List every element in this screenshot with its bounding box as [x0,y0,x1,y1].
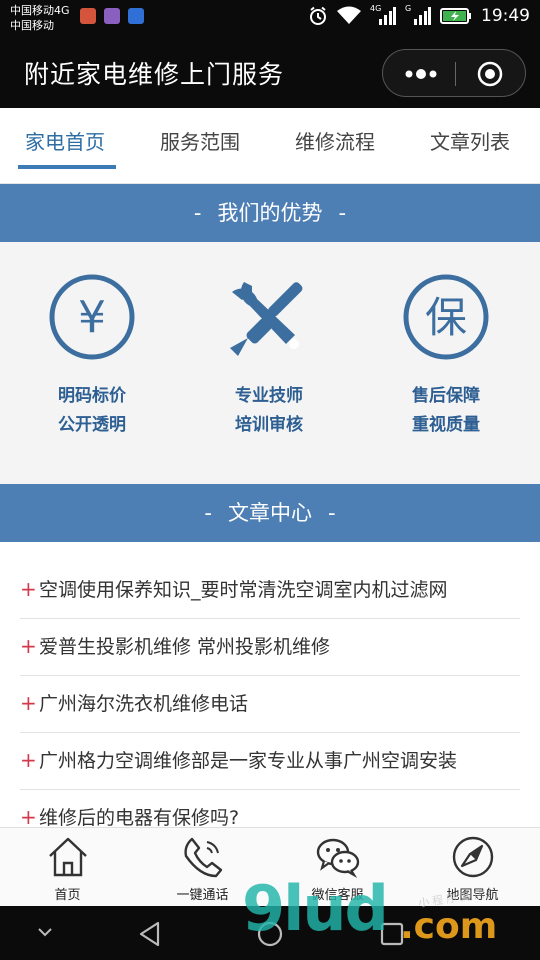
advantage-label-line2: 公开透明 [58,415,126,435]
article-title: 空调使用保养知识_要时常清洗空调室内机过滤网 [39,579,448,601]
hide-keyboard-icon[interactable] [34,920,56,944]
close-program-icon[interactable] [477,61,503,87]
compass-icon [452,836,493,878]
wifi-icon [337,6,361,24]
article-title: 爱普生投影机维修 常州投影机维修 [39,636,331,658]
advantage-label-line1: 专业技师 [235,386,303,406]
status-indicators: 4G G 19:49 [308,4,530,26]
advantage-label-line2: 重视质量 [412,415,480,435]
banner-dash: - [338,201,347,225]
article-item[interactable]: + 维修后的电器有保修吗? [20,790,520,827]
article-title: 广州格力空调维修部是一家专业从事广州空调安装 [39,750,458,772]
advantages-section: ¥ 明码标价 公开透明 专业技师 培训审核 保 售后保障 重视质量 [0,242,540,484]
wechat-icon [316,838,359,879]
articles-banner: - 文章中心 - [0,484,540,542]
article-item[interactable]: + 广州格力空调维修部是一家专业从事广州空调安装 [20,733,520,790]
advantage-label-line1: 明码标价 [58,386,126,406]
nav-call[interactable]: 一键通话 [135,834,270,903]
home-button-icon[interactable] [256,920,284,948]
recent-apps-icon[interactable] [378,920,406,948]
battery-icon [440,8,471,24]
nav-label: 首页 [54,888,81,903]
advantage-label-line2: 培训审核 [235,415,303,435]
article-item[interactable]: + 爱普生投影机维修 常州投影机维修 [20,619,520,676]
nav-label: 微信客服 [311,888,364,903]
advantage-label-line1: 售后保障 [412,386,480,406]
nav-label: 一键通话 [176,888,229,903]
back-icon[interactable] [136,920,164,948]
phone-screen: 中国移动4G 中国移动 4G G 19:49 附近家电维修上门服务 家电首页 服… [0,0,540,960]
plus-bullet-icon: + [20,634,37,658]
active-tab-indicator [18,165,116,169]
plus-bullet-icon: + [20,748,37,772]
carrier-info: 中国移动4G 中国移动 [10,3,70,33]
advantages-banner: - 我们的优势 - [0,184,540,242]
signal-4g-icon: 4G [370,4,396,26]
mini-program-header: 附近家电维修上门服务 [0,38,540,108]
articles-heading: 文章中心 [228,501,312,525]
article-list: + 空调使用保养知识_要时常清洗空调室内机过滤网 + 爱普生投影机维修 常州投影… [0,542,540,827]
yen-circle-icon: ¥ [49,274,135,360]
app-notification-icon [80,8,96,24]
phone-icon [183,837,222,878]
article-item[interactable]: + 广州海尔洗衣机维修电话 [20,676,520,733]
plus-bullet-icon: + [20,805,37,827]
signal-g-icon: G [405,4,431,26]
plus-bullet-icon: + [20,577,37,601]
nav-map[interactable]: 地图导航 [405,834,540,903]
advantage-price: ¥ 明码标价 公开透明 [17,272,167,440]
guarantee-circle-icon: 保 [403,274,489,360]
home-icon [48,837,87,877]
nav-wechat[interactable]: 微信客服 [270,834,405,903]
banner-dash: - [193,201,202,225]
tab-bar: 家电首页 服务范围 维修流程 文章列表 [0,108,540,184]
tab-repair-process[interactable]: 维修流程 [295,126,375,155]
banner-dash: - [328,501,336,525]
advantages-heading: 我们的优势 [217,201,323,225]
clock: 19:49 [481,6,530,26]
tab-service-scope[interactable]: 服务范围 [160,126,240,155]
article-item[interactable]: + 空调使用保养知识_要时常清洗空调室内机过滤网 [20,562,520,619]
nav-label: 地图导航 [446,888,499,903]
plus-bullet-icon: + [20,691,37,715]
bottom-nav: 首页 一键通话 微信客服 地图导航 [0,827,540,906]
banner-dash: - [204,501,212,525]
capsule-divider [455,62,456,86]
article-title: 维修后的电器有保修吗? [39,807,240,827]
notification-icons [80,8,144,24]
gallery-notification-icon [104,8,120,24]
wrench-screwdriver-icon [230,282,303,356]
advantage-aftersales: 保 售后保障 重视质量 [371,272,521,440]
alarm-icon [310,6,326,25]
nav-home[interactable]: 首页 [0,834,135,903]
carrier-line-1: 中国移动4G [10,4,70,17]
tab-article-list[interactable]: 文章列表 [430,126,510,155]
more-dots-icon[interactable] [403,67,439,81]
guarantee-glyph: 保 [425,293,467,342]
carrier-line-2: 中国移动 [10,19,54,32]
baidu-notification-icon [128,8,144,24]
status-bar: 中国移动4G 中国移动 4G G 19:49 [0,0,540,38]
capsule-menu [382,49,526,97]
advantage-technician: 专业技师 培训审核 [194,272,344,440]
system-nav-bar [0,906,540,960]
article-title: 广州海尔洗衣机维修电话 [39,693,249,715]
yen-glyph: ¥ [78,292,106,343]
tab-home[interactable]: 家电首页 [25,126,105,155]
page-title: 附近家电维修上门服务 [24,60,285,89]
